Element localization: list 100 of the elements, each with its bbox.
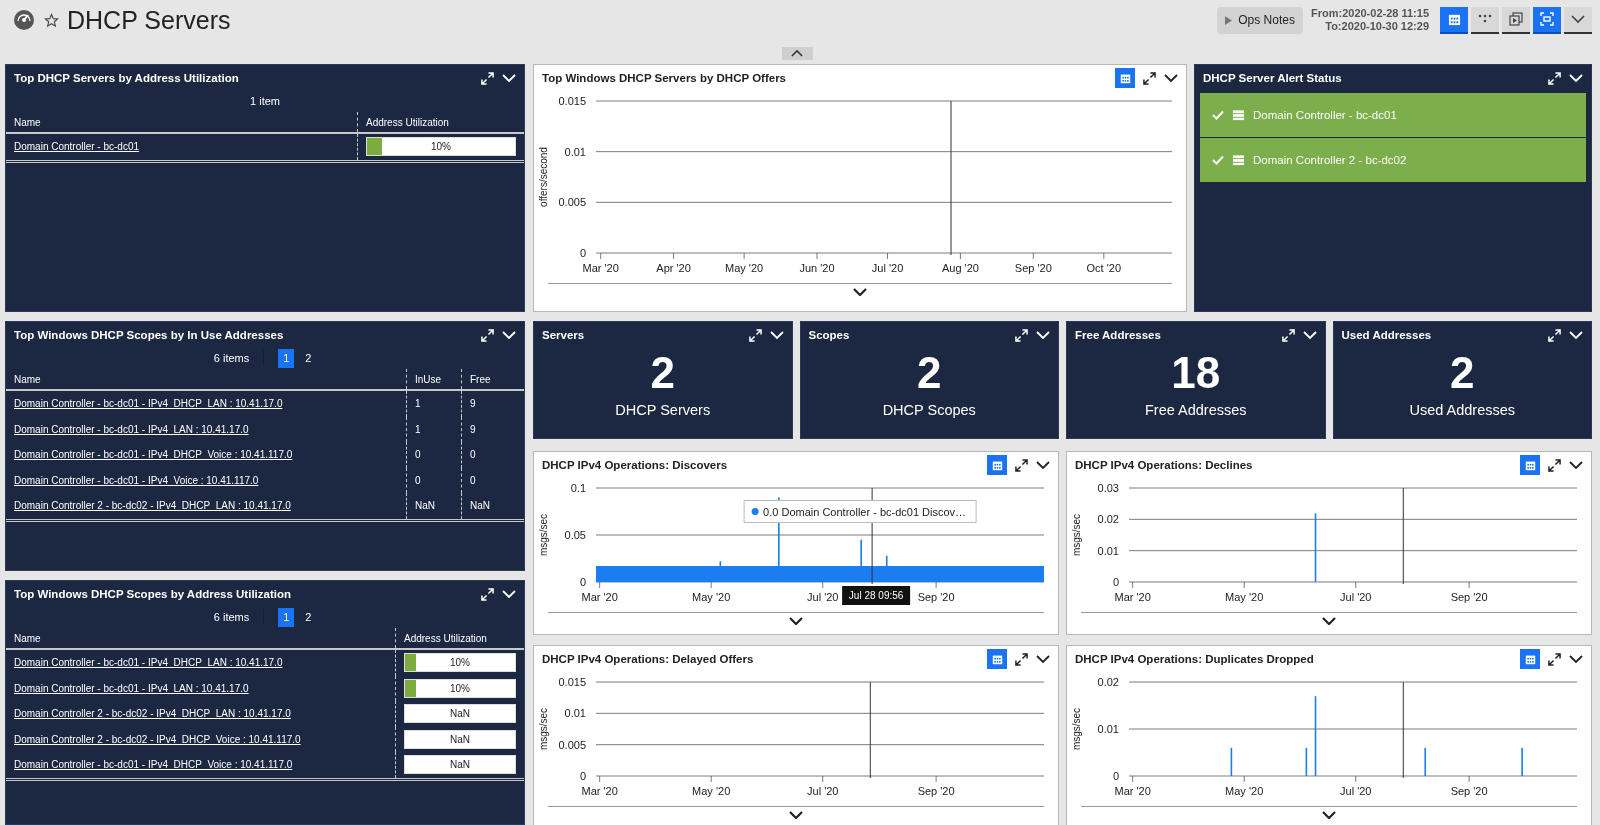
item-count: 6 items: [213, 352, 250, 364]
axis-tick-label: 0.015: [558, 676, 586, 688]
page-button[interactable]: 2: [300, 348, 317, 368]
scope-link[interactable]: Domain Controller - bc-dc01 - IPv4_LAN : 10.41.17.0: [14, 423, 249, 435]
stat-label: Free Addresses: [1144, 402, 1247, 418]
axis-tick-label: May '20: [1225, 591, 1264, 603]
chevron-down-icon[interactable]: [1164, 73, 1178, 83]
utilization-value: NaN: [449, 733, 471, 745]
column-header[interactable]: Address Utilization: [357, 112, 524, 133]
calendar-icon: [1524, 653, 1536, 665]
copy-button[interactable]: [1502, 6, 1530, 34]
scope-link[interactable]: Domain Controller - bc-dc01 - IPv4_DHCP_Voice : 10.41.117.0: [14, 449, 293, 461]
page-button[interactable]: 2: [300, 607, 317, 627]
axis-tick-label: 0.005: [558, 738, 586, 751]
scope-link[interactable]: Domain Controller - bc-dc01 - IPv4_DHCP_LAN : 10.41.17.0: [14, 657, 283, 669]
expand-icon[interactable]: [1548, 652, 1561, 666]
table-cell: 1: [415, 423, 421, 435]
calendar-button[interactable]: [1115, 68, 1135, 88]
page-button[interactable]: 1: [278, 348, 295, 368]
table-cell: 9: [470, 423, 476, 435]
expand-icon[interactable]: [1143, 71, 1156, 85]
axis-tick-label: Aug '20: [941, 262, 979, 274]
server-name: Domain Controller - bc-dc01: [1253, 109, 1397, 121]
scope-link[interactable]: Domain Controller - bc-dc01: [14, 141, 140, 153]
menu-button[interactable]: [1564, 6, 1592, 34]
item-count: 6 items: [213, 611, 250, 623]
calendar-button[interactable]: [1520, 649, 1540, 669]
scope-link[interactable]: Domain Controller - bc-dc01 - IPv4_LAN : 10.41.17.0: [14, 682, 249, 694]
collapse-icon[interactable]: [789, 811, 803, 819]
utilization-value: NaN: [449, 708, 471, 720]
collapse-icon[interactable]: [1322, 811, 1336, 819]
panel-title: Free Addresses: [1075, 329, 1162, 341]
axis-tick-label: 0.005: [558, 196, 586, 209]
fullscreen-button[interactable]: [1533, 6, 1561, 34]
calendar-button[interactable]: [1520, 455, 1540, 475]
table-cell: 0: [415, 449, 421, 461]
calendar-icon: [991, 653, 1003, 665]
play-icon: [1225, 15, 1233, 25]
gauge-icon: [14, 10, 34, 30]
axis-tick-label: Sep '20: [1450, 591, 1488, 603]
panel-title: Servers: [542, 329, 586, 341]
axis-tick-label: Sep '20: [917, 785, 955, 797]
axis-tick-label: 0: [579, 247, 586, 259]
axis-tick-label: 0.02: [1097, 676, 1119, 688]
star-icon[interactable]: [44, 12, 59, 28]
expand-icon[interactable]: [1015, 652, 1028, 666]
column-header[interactable]: Name: [6, 369, 407, 390]
calendar-button[interactable]: [987, 649, 1007, 669]
expand-icon[interactable]: [1548, 458, 1561, 472]
calendar-button[interactable]: [987, 455, 1007, 475]
scope-link[interactable]: Domain Controller 2 - bc-dc02 - IPv4_DHCP_LAN : 10.41.17.0: [14, 500, 291, 512]
scope-link[interactable]: Domain Controller - bc-dc01 - IPv4_DHCP_Voice : 10.41.117.0: [14, 759, 293, 771]
table-cell: 0: [415, 474, 421, 486]
axis-tick-label: Jul '20: [807, 591, 839, 603]
page-button[interactable]: 1: [278, 607, 295, 627]
column-header[interactable]: Free: [461, 369, 524, 390]
chevron-down-icon[interactable]: [1569, 460, 1583, 470]
calendar-button[interactable]: [1440, 6, 1468, 34]
calendar-icon: [1524, 459, 1536, 471]
time-label-background: [842, 586, 911, 605]
axis-tick-label: Mar '20: [582, 262, 619, 274]
chevron-down-icon[interactable]: [1036, 654, 1050, 664]
panel-title: Top Windows DHCP Scopes by Address Utilization: [14, 588, 292, 600]
collapse-icon[interactable]: [853, 288, 867, 296]
scope-link[interactable]: Domain Controller - bc-dc01 - IPv4_DHCP_LAN : 10.41.17.0: [14, 398, 283, 410]
ops-notes-button[interactable]: Ops Notes: [1217, 6, 1303, 34]
stat-value: 2: [650, 348, 675, 398]
server-icon: [1232, 109, 1245, 121]
page-title: DHCP Servers: [67, 5, 231, 35]
panel-title: Used Addresses: [1341, 329, 1433, 341]
tooltip-text: 0.0 Domain Controller - bc-dc01 Discov…: [763, 505, 967, 518]
expand-icon[interactable]: [1015, 458, 1028, 472]
column-header[interactable]: Name: [6, 628, 396, 649]
column-header[interactable]: InUse: [406, 369, 462, 390]
table-cell: 0: [470, 474, 476, 486]
scope-link[interactable]: Domain Controller 2 - bc-dc02 - IPv4_DHCP_LAN : 10.41.17.0: [14, 708, 291, 720]
panel-title: DHCP IPv4 Operations: Declines: [1075, 459, 1254, 471]
axis-tick-label: 0: [579, 770, 586, 782]
calendar-icon: [1119, 72, 1131, 84]
axis-title: msgs/sec: [538, 707, 549, 751]
collapse-icon[interactable]: [1322, 617, 1336, 625]
scope-link[interactable]: Domain Controller - bc-dc01 - IPv4_Voice : 10.41.117.0: [14, 474, 259, 486]
scope-link[interactable]: Domain Controller 2 - bc-dc02 - IPv4_DHCP_Voice : 10.41.117.0: [14, 733, 301, 745]
axis-tick-label: Sep '20: [917, 591, 955, 603]
axis-tick-label: 0.015: [558, 95, 586, 107]
axis-tick-label: Sep '20: [1450, 785, 1488, 797]
chevron-down-icon[interactable]: [1569, 654, 1583, 664]
series-drawing: [1314, 513, 1317, 582]
axis-tick-label: May '20: [1225, 785, 1264, 797]
axis-tick-label: 0.03: [1097, 482, 1119, 494]
chevron-down-icon[interactable]: [1036, 460, 1050, 470]
axis-tick-label: 0.1: [570, 482, 586, 494]
axis-tick-label: 0: [1112, 770, 1119, 782]
stat-value: 18: [1171, 348, 1221, 398]
collapse-icon[interactable]: [789, 617, 803, 625]
column-header[interactable]: Name: [6, 112, 358, 133]
to-date: To:2020-10-30 12:29: [1325, 20, 1429, 33]
column-header[interactable]: Address Utilization: [395, 628, 524, 649]
more-button[interactable]: [1471, 6, 1499, 34]
collapse-header-button[interactable]: [781, 47, 813, 60]
